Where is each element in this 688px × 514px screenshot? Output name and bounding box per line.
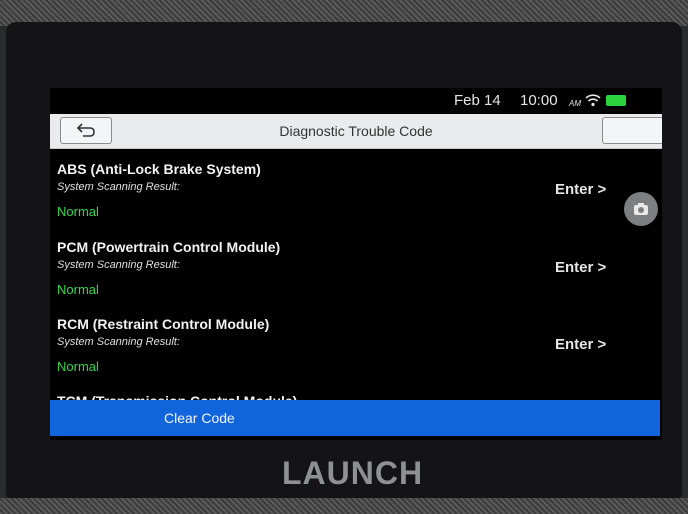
system-item-pcm[interactable]: PCM (Powertrain Control Module) System S… bbox=[50, 239, 662, 316]
system-name: PCM (Powertrain Control Module) bbox=[57, 239, 281, 255]
system-result-status: Normal bbox=[57, 282, 99, 297]
status-date: Feb 14 bbox=[454, 92, 501, 109]
system-result-status: Normal bbox=[57, 204, 99, 219]
enter-button-rcm[interactable]: Enter > bbox=[555, 336, 606, 353]
system-name: RCM (Restraint Control Module) bbox=[57, 316, 270, 332]
camera-icon bbox=[634, 203, 648, 215]
system-name: ABS (Anti-Lock Brake System) bbox=[57, 161, 261, 177]
enter-button-abs[interactable]: Enter > bbox=[555, 181, 606, 198]
system-list: ABS (Anti-Lock Brake System) System Scan… bbox=[50, 148, 662, 408]
wifi-icon bbox=[585, 93, 601, 112]
battery-icon bbox=[606, 95, 626, 106]
status-bar: Feb 14 10:00 AM bbox=[50, 88, 662, 114]
device-frame-bottom bbox=[0, 498, 688, 514]
system-result-label: System Scanning Result: bbox=[57, 336, 180, 348]
status-time: 10:00 bbox=[520, 92, 558, 109]
title-bar-right-button[interactable] bbox=[602, 117, 662, 144]
clear-code-button[interactable]: Clear Code bbox=[50, 400, 660, 436]
system-result-status: Normal bbox=[57, 359, 99, 374]
system-item-abs[interactable]: ABS (Anti-Lock Brake System) System Scan… bbox=[50, 161, 662, 238]
screenshot-button[interactable] bbox=[624, 192, 658, 226]
enter-button-pcm[interactable]: Enter > bbox=[555, 259, 606, 276]
page-title: Diagnostic Trouble Code bbox=[279, 123, 433, 139]
device-screen: Feb 14 10:00 AM Diagnostic Trouble Code … bbox=[50, 88, 662, 440]
system-item-rcm[interactable]: RCM (Restraint Control Module) System Sc… bbox=[50, 316, 662, 393]
status-ampm: AM bbox=[569, 99, 581, 108]
device-brand-logo: LAUNCH bbox=[282, 455, 424, 491]
system-result-label: System Scanning Result: bbox=[57, 259, 180, 271]
title-bar: Diagnostic Trouble Code bbox=[50, 114, 662, 149]
system-result-label: System Scanning Result: bbox=[57, 181, 180, 193]
